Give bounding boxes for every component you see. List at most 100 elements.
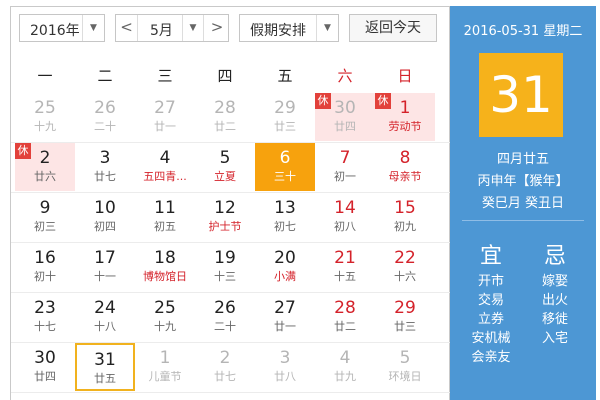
lunar-label: 廿一 (274, 320, 296, 333)
calendar-day-cell[interactable]: 26 二十 (195, 293, 255, 341)
ji-item: 入宅 (541, 331, 568, 346)
lunar-label: 初九 (394, 220, 416, 233)
calendar-day-cell[interactable]: 14 初八 (315, 193, 375, 241)
day-number: 30 (34, 348, 56, 368)
ji-label: 忌 (543, 244, 566, 269)
calendar-day-cell[interactable]: 3 廿七 (75, 143, 135, 191)
lunar-label: 十八 (94, 320, 116, 333)
day-number: 29 (394, 298, 416, 318)
day-number: 18 (154, 248, 176, 268)
day-number: 8 (399, 148, 411, 168)
year-select[interactable]: 2016年 ▼ (19, 14, 105, 42)
calendar-day-cell[interactable]: 29 廿三 (255, 93, 315, 141)
month-select-value: 5月 (150, 23, 173, 39)
lunar-label: 初七 (274, 220, 296, 233)
prev-month-button[interactable]: < (116, 15, 138, 41)
lunar-label: 廿二 (214, 120, 236, 133)
calendar-day-cell[interactable]: 休 2 廿六 (15, 143, 75, 191)
calendar-day-cell[interactable]: 22 十六 (375, 243, 435, 291)
lunar-label: 劳动节 (388, 120, 422, 133)
calendar-day-cell[interactable]: 3 廿八 (255, 343, 315, 391)
lunar-label: 护士节 (208, 220, 242, 233)
calendar-day-cell[interactable]: 9 初三 (15, 193, 75, 241)
day-number: 4 (159, 148, 171, 168)
lunar-label: 小满 (274, 270, 296, 283)
lunar-label: 母亲节 (388, 170, 422, 183)
calendar-day-cell[interactable]: 休 30 廿四 (315, 93, 375, 141)
calendar-day-cell[interactable]: 6 三十 (255, 143, 315, 191)
lunar-label: 十三 (214, 270, 236, 283)
lunar-label: 廿四 (334, 120, 356, 133)
calendar-day-cell[interactable]: 5 立夏 (195, 143, 255, 191)
calendar-day-cell[interactable]: 28 廿二 (315, 293, 375, 341)
month-select[interactable]: < 5月 ▼ > (115, 14, 229, 42)
divider (462, 220, 584, 221)
ji-item: 出火 (541, 293, 568, 308)
calendar-day-cell[interactable]: 4 廿九 (315, 343, 375, 391)
weekday-label: 日 (397, 67, 413, 85)
back-to-today-button[interactable]: 返回今天 (349, 14, 437, 42)
calendar-panel: 2016年 ▼ < 5月 ▼ > 假期安排 ▼ 返回今天 一二三四五六日 25 十… (10, 6, 451, 400)
lunar-label: 廿八 (274, 370, 296, 383)
weekday-label: 一 (37, 67, 53, 85)
calendar-day-cell[interactable]: 20 小满 (255, 243, 315, 291)
calendar-day-cell[interactable]: 4 五四青... (135, 143, 195, 191)
calendar-day-cell[interactable]: 28 廿二 (195, 93, 255, 141)
day-number: 7 (339, 148, 351, 168)
calendar-day-cell[interactable]: 休 1 劳动节 (375, 93, 435, 141)
calendar-day-cell[interactable]: 5 环境日 (375, 343, 435, 391)
calendar-day-cell[interactable]: 27 廿一 (135, 93, 195, 141)
next-month-button[interactable]: > (206, 15, 228, 41)
calendar-day-cell[interactable]: 17 十一 (75, 243, 135, 291)
rest-day-badge: 休 (15, 143, 31, 159)
day-number: 5 (219, 148, 231, 168)
yi-item: 立券 (477, 312, 504, 327)
lunar-label: 初三 (34, 220, 56, 233)
yi-item: 交易 (477, 293, 504, 308)
rest-day-badge: 休 (375, 93, 391, 109)
calendar-day-cell[interactable]: 16 初十 (15, 243, 75, 291)
calendar-day-cell[interactable]: 29 廿三 (375, 293, 435, 341)
lunar-label: 二十 (214, 320, 236, 333)
day-number: 16 (34, 248, 56, 268)
calendar-day-cell[interactable]: 18 博物馆日 (135, 243, 195, 291)
day-number: 17 (94, 248, 116, 268)
calendar-day-cell[interactable]: 30 廿四 (15, 343, 75, 391)
day-number: 6 (279, 148, 291, 168)
calendar-day-cell[interactable]: 7 初一 (315, 143, 375, 191)
calendar-day-cell[interactable]: 25 十九 (135, 293, 195, 341)
calendar-day-cell[interactable]: 24 十八 (75, 293, 135, 341)
calendar-day-cell[interactable]: 15 初九 (375, 193, 435, 241)
lunar-label: 十六 (394, 270, 416, 283)
calendar-day-cell[interactable]: 25 十九 (15, 93, 75, 141)
selected-date-label: 2016-05-31 星期二 (463, 24, 583, 39)
calendar-day-cell[interactable]: 19 十三 (195, 243, 255, 291)
lunar-label: 环境日 (388, 370, 422, 383)
calendar-day-cell[interactable]: 10 初四 (75, 193, 135, 241)
calendar-day-cell[interactable]: 21 十五 (315, 243, 375, 291)
calendar-day-cell[interactable]: 27 廿一 (255, 293, 315, 341)
day-number: 24 (94, 298, 116, 318)
calendar-day-cell[interactable]: 26 二十 (75, 93, 135, 141)
calendar-day-cell[interactable]: 12 护士节 (195, 193, 255, 241)
calendar-day-cell[interactable]: 8 母亲节 (375, 143, 435, 191)
calendar-day-cell[interactable]: 31 廿五 (75, 343, 135, 391)
day-number: 14 (334, 198, 356, 218)
calendar-day-cell[interactable]: 11 初五 (135, 193, 195, 241)
year-ganzhi: 丙申年【猴年】 (477, 174, 569, 189)
lunar-label: 廿九 (334, 370, 356, 383)
calendar-day-cell[interactable]: 1 儿童节 (135, 343, 195, 391)
lunar-label: 初十 (34, 270, 56, 283)
lunar-label: 廿七 (214, 370, 236, 383)
yi-label: 宜 (479, 244, 502, 269)
calendar-day-cell[interactable]: 23 十七 (15, 293, 75, 341)
day-number: 19 (214, 248, 236, 268)
holiday-select[interactable]: 假期安排 ▼ (239, 14, 339, 42)
day-number: 11 (154, 198, 176, 218)
lunar-date: 四月廿五 (496, 152, 549, 167)
weekday-label: 四 (217, 67, 233, 85)
day-number: 31 (94, 350, 116, 370)
day-number: 25 (34, 98, 56, 118)
calendar-day-cell[interactable]: 13 初七 (255, 193, 315, 241)
calendar-day-cell[interactable]: 2 廿七 (195, 343, 255, 391)
